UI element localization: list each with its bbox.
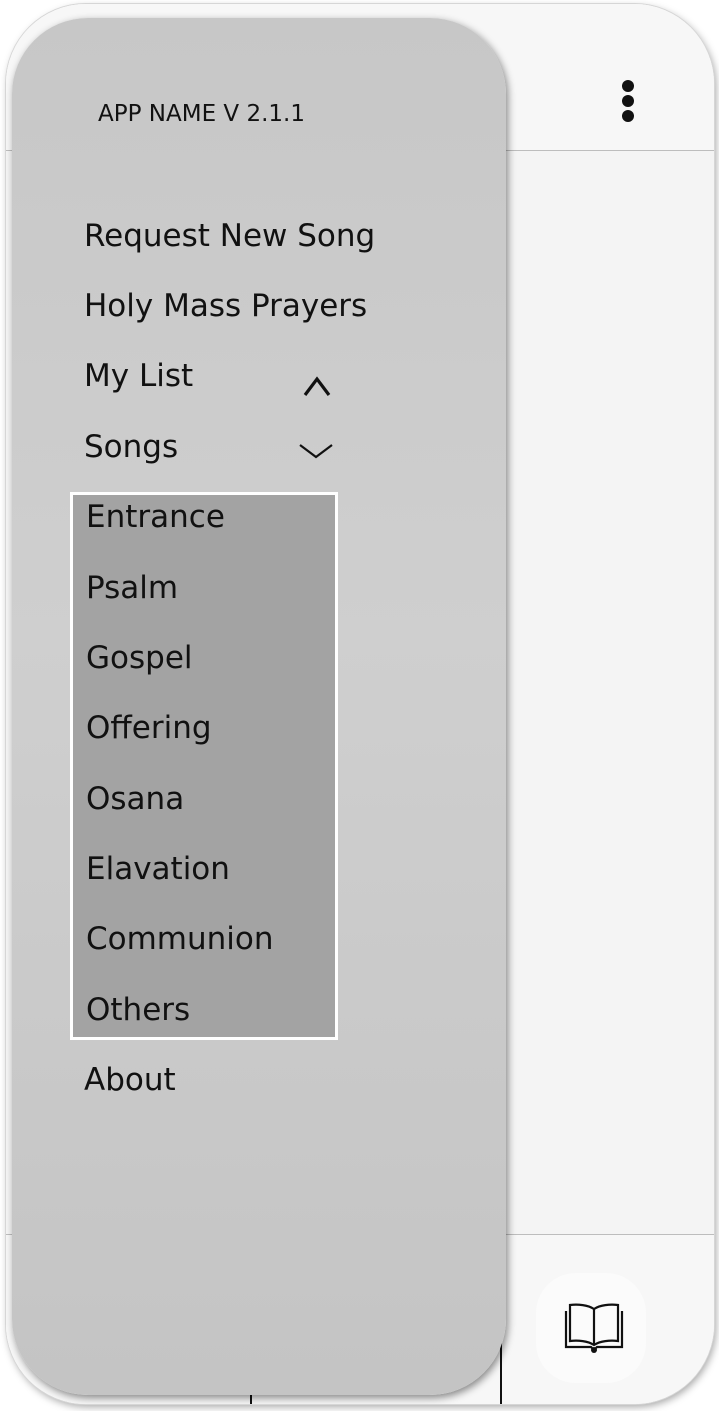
- submenu-item-offering[interactable]: Offering: [86, 710, 212, 746]
- main-screen: APP NAME V 2.1.1 Request New Song Holy M…: [6, 4, 714, 1404]
- submenu-item-communion[interactable]: Communion: [86, 921, 274, 957]
- menu-item-request-new-song[interactable]: Request New Song: [84, 218, 375, 254]
- submenu-item-psalm[interactable]: Psalm: [86, 570, 178, 606]
- book-nav-button[interactable]: [536, 1273, 646, 1383]
- more-vertical-icon[interactable]: [618, 80, 638, 130]
- menu-item-songs[interactable]: Songs: [84, 429, 178, 465]
- chevron-down-icon[interactable]: [298, 442, 334, 460]
- submenu-item-osana[interactable]: Osana: [86, 781, 184, 817]
- menu-item-my-list[interactable]: My List: [84, 358, 193, 394]
- chevron-up-icon[interactable]: [302, 375, 332, 397]
- submenu-item-entrance[interactable]: Entrance: [86, 499, 225, 535]
- submenu-item-others[interactable]: Others: [86, 992, 190, 1028]
- submenu-item-gospel[interactable]: Gospel: [86, 640, 193, 676]
- menu-item-about[interactable]: About: [84, 1062, 176, 1098]
- submenu-item-elavation[interactable]: Elavation: [86, 851, 230, 887]
- navigation-drawer: APP NAME V 2.1.1 Request New Song Holy M…: [12, 18, 506, 1395]
- songs-submenu: Entrance Psalm Gospel Offering Osana Ela…: [70, 492, 338, 1040]
- menu-item-holy-mass-prayers[interactable]: Holy Mass Prayers: [84, 288, 367, 324]
- app-name-version: APP NAME V 2.1.1: [98, 101, 305, 127]
- device-frame: APP NAME V 2.1.1 Request New Song Holy M…: [6, 4, 714, 1404]
- book-open-icon: [564, 1303, 624, 1353]
